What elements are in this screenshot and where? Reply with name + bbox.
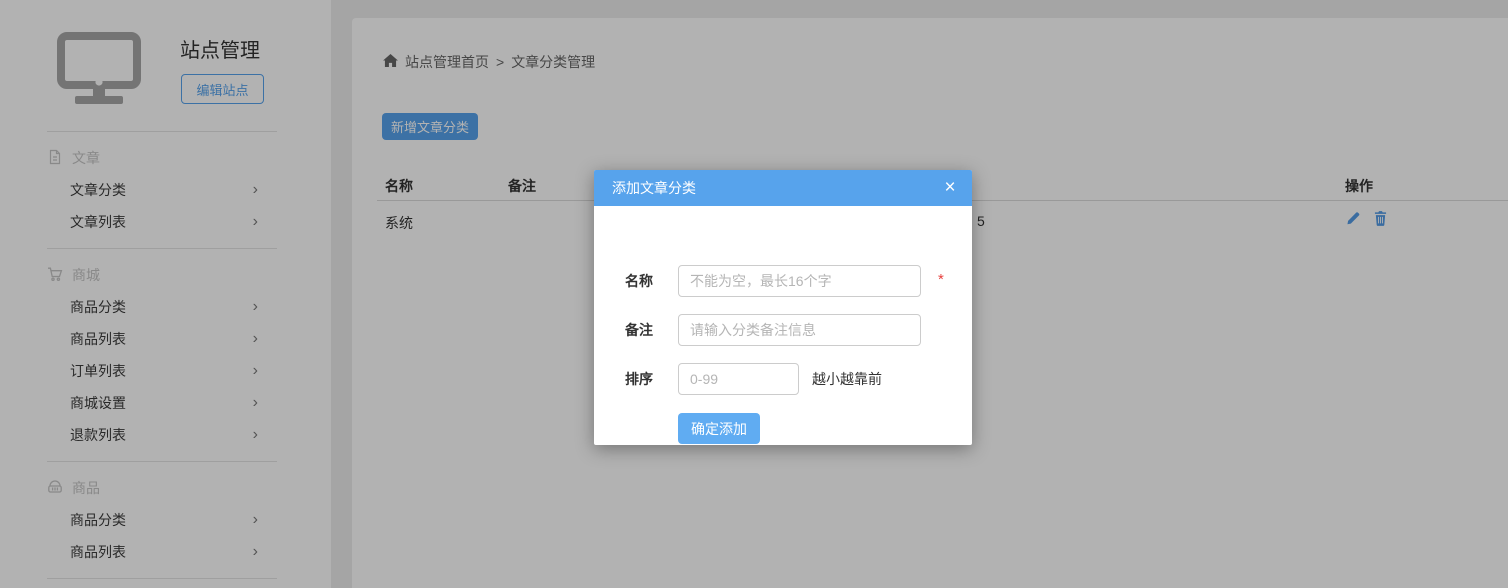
name-field-label: 名称	[625, 265, 673, 297]
sort-input[interactable]	[678, 363, 799, 395]
note-input[interactable]	[678, 314, 921, 346]
sort-field-label: 排序	[625, 363, 673, 395]
add-category-modal: 添加文章分类 × 名称 * 备注 排序 越小越靠前 确定添加	[594, 170, 972, 445]
sort-hint: 越小越靠前	[812, 363, 882, 395]
modal-body: 名称 * 备注 排序 越小越靠前 确定添加	[594, 206, 972, 445]
modal-title: 添加文章分类	[612, 180, 696, 196]
close-icon[interactable]: ×	[928, 170, 972, 206]
note-field-label: 备注	[625, 314, 673, 346]
confirm-add-button[interactable]: 确定添加	[678, 413, 760, 444]
required-asterisk: *	[938, 271, 944, 288]
modal-header: 添加文章分类 ×	[594, 170, 972, 206]
name-input[interactable]	[678, 265, 921, 297]
